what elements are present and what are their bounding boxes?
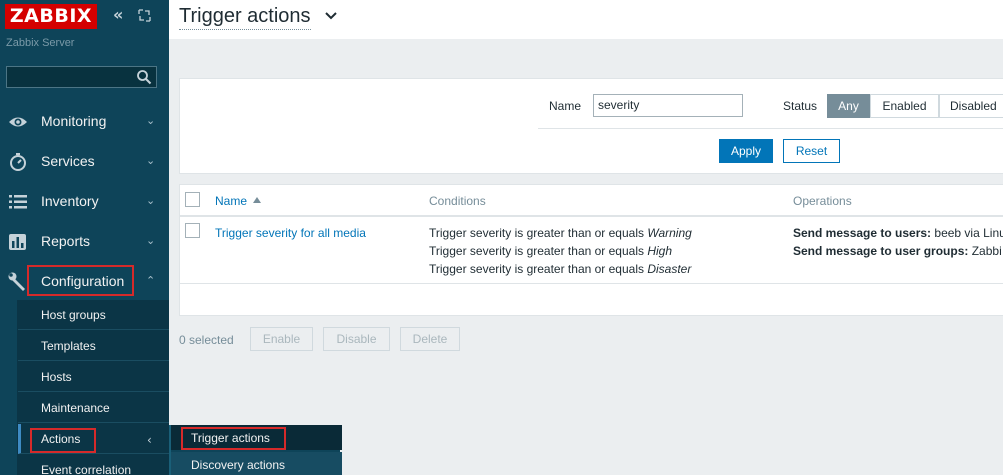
nav-inventory[interactable]: Inventory ⌄ [0,181,169,221]
submenu-item-hosts[interactable]: Hosts [18,362,169,392]
filter-name-label: Name [549,99,582,113]
stopwatch-icon [10,153,26,171]
sort-ascending-icon [253,197,261,203]
filter-status-label: Status [783,99,818,113]
chevron-down-icon: ⌄ [146,234,156,247]
page-header: Trigger actions [169,0,1003,39]
nav-reports[interactable]: Reports ⌄ [0,221,169,261]
delete-button[interactable]: Delete [400,327,460,351]
nav-monitoring[interactable]: Monitoring ⌄ [0,101,169,141]
submenu-item-label: Maintenance [41,401,110,415]
filter-divider [538,128,1003,129]
table-row: Trigger severity for all media Trigger s… [180,217,1003,284]
actions-table: Name Conditions Operations Trigger sever… [179,184,1003,316]
condition-line: Trigger severity is greater than or equa… [429,226,692,240]
table-header-row: Name Conditions Operations [180,185,1003,217]
submenu-item-label: Host groups [41,308,106,322]
status-enabled-radio[interactable]: Enabled [870,94,939,118]
select-all-checkbox[interactable] [185,192,200,207]
chevron-left-icon: ‹ [147,433,152,447]
disable-button[interactable]: Disable [323,327,390,351]
eye-icon [9,117,27,127]
zabbix-logo[interactable]: ZABBIX [5,4,97,29]
submenu-item-maintenance[interactable]: Maintenance [18,393,169,423]
sidebar: ZABBIX « Zabbix Server Monitoring ⌄ Serv… [0,0,169,475]
submenu-item-host-groups[interactable]: Host groups [18,300,169,330]
chevron-up-icon: ⌃ [146,274,156,287]
submenu-item-templates[interactable]: Templates [18,331,169,361]
nav-services-label: Services [41,153,95,169]
chevron-down-icon[interactable] [324,11,338,21]
nav-inventory-label: Inventory [41,193,99,209]
nav-monitoring-label: Monitoring [41,113,107,129]
highlight-box [30,428,96,453]
status-any-radio[interactable]: Any [827,94,870,118]
highlight-box [27,265,134,296]
chevron-down-icon: ⌄ [146,114,156,127]
column-header-conditions: Conditions [429,194,486,208]
reset-button[interactable]: Reset [783,139,840,163]
server-name: Zabbix Server [6,37,75,49]
kiosk-mode-icon[interactable] [138,9,151,22]
submenu-item-label: Templates [41,339,96,353]
condition-line: Trigger severity is greater than or equa… [429,262,692,276]
apply-button[interactable]: Apply [719,139,773,163]
page-title[interactable]: Trigger actions [179,5,311,30]
submenu-item-label: Event correlation [41,463,132,475]
flyout-item-discovery-actions[interactable]: Discovery actions [171,452,342,475]
enable-button[interactable]: Enable [250,327,313,351]
operation-line: Send message to user groups: Zabbi [793,244,1002,258]
sidebar-search-input[interactable] [6,66,157,88]
column-header-name[interactable]: Name [215,194,247,208]
nav-services[interactable]: Services ⌄ [0,141,169,181]
list-icon [9,195,27,209]
condition-line: Trigger severity is greater than or equa… [429,244,673,258]
chevron-down-icon: ⌄ [146,194,156,207]
submenu-item-event-correlation[interactable]: Event correlation [18,455,169,475]
row-checkbox[interactable] [185,223,200,238]
bar-chart-icon [9,234,26,250]
wrench-icon [8,272,25,291]
column-header-operations: Operations [793,194,852,208]
submenu-item-label: Hosts [41,370,72,384]
search-icon[interactable] [136,69,152,85]
chevron-down-icon: ⌄ [146,154,156,167]
operation-line: Send message to users: beeb via Linu [793,226,1003,240]
collapse-sidebar-icon[interactable]: « [113,7,123,23]
highlight-box [181,427,286,450]
selected-count: 0 selected [179,333,234,347]
status-disabled-radio[interactable]: Disabled [939,94,1003,118]
action-name-link[interactable]: Trigger severity for all media [215,226,366,240]
filter-name-input[interactable]: severity [593,94,743,117]
filter-panel: Name severity Status Any Enabled Disable… [179,78,1003,174]
flyout-item-label: Discovery actions [191,458,286,472]
nav-reports-label: Reports [41,233,91,249]
